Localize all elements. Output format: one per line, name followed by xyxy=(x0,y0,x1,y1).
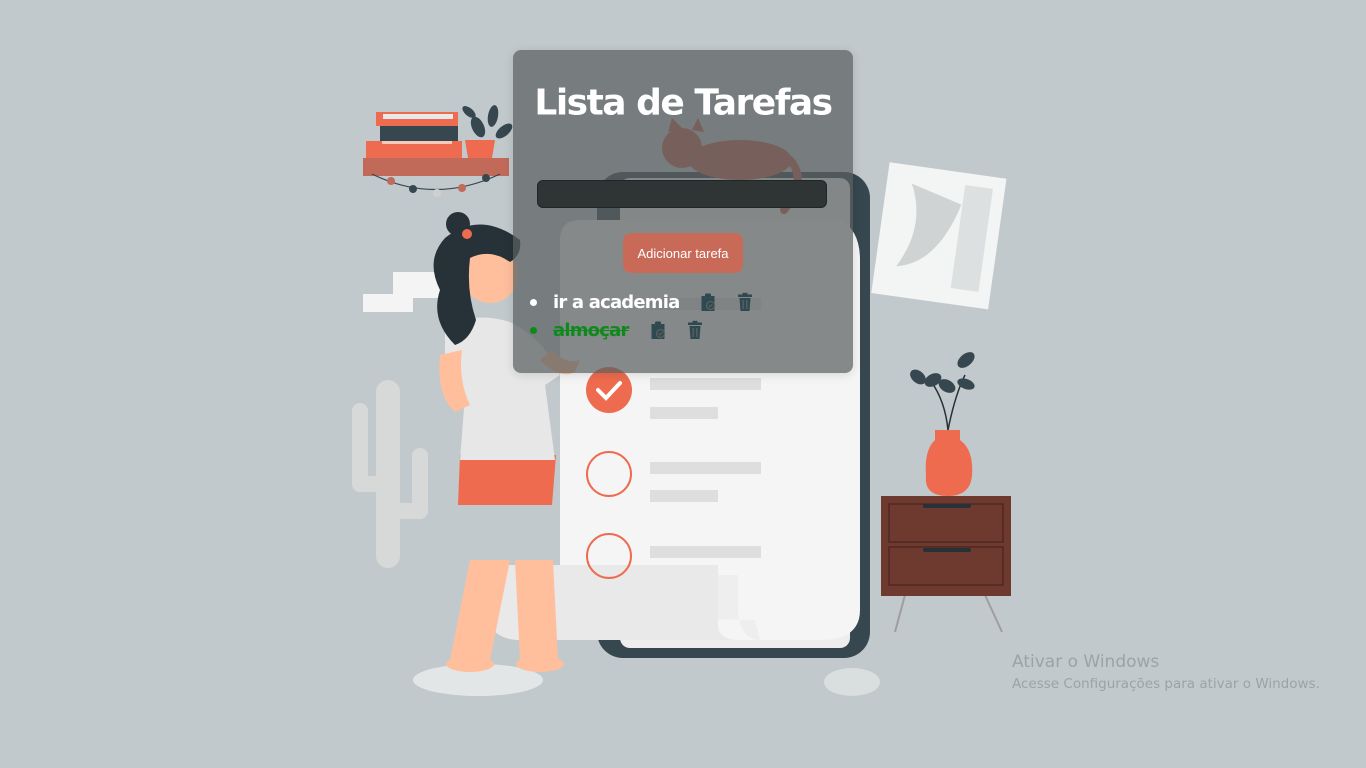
windows-activation-watermark: Ativar o Windows Acesse Configurações pa… xyxy=(1012,651,1320,695)
poster xyxy=(871,162,1007,310)
task-item: ir a academia xyxy=(530,288,754,316)
trash-icon[interactable] xyxy=(736,292,754,312)
bullet-icon xyxy=(530,298,537,306)
task-input[interactable] xyxy=(537,180,827,208)
clipboard-check-icon[interactable] xyxy=(649,320,667,340)
page-title: Lista de Tarefas xyxy=(534,82,833,124)
vase-plant xyxy=(910,352,975,496)
task-text: almoçar xyxy=(553,319,629,341)
task-text: ir a academia xyxy=(553,291,680,313)
task-item-completed: almoçar xyxy=(530,316,704,344)
nightstand xyxy=(881,496,1011,633)
cactus xyxy=(352,380,428,568)
watermark-subtitle: Acesse Configurações para ativar o Windo… xyxy=(1012,676,1320,692)
floor-shadow-right xyxy=(824,668,880,696)
clipboard-check-icon[interactable] xyxy=(699,292,717,312)
watermark-title: Ativar o Windows xyxy=(1012,652,1160,672)
trash-icon[interactable] xyxy=(686,320,704,340)
bullet-icon xyxy=(530,326,537,334)
add-task-button[interactable]: Adicionar tarefa xyxy=(623,233,743,273)
